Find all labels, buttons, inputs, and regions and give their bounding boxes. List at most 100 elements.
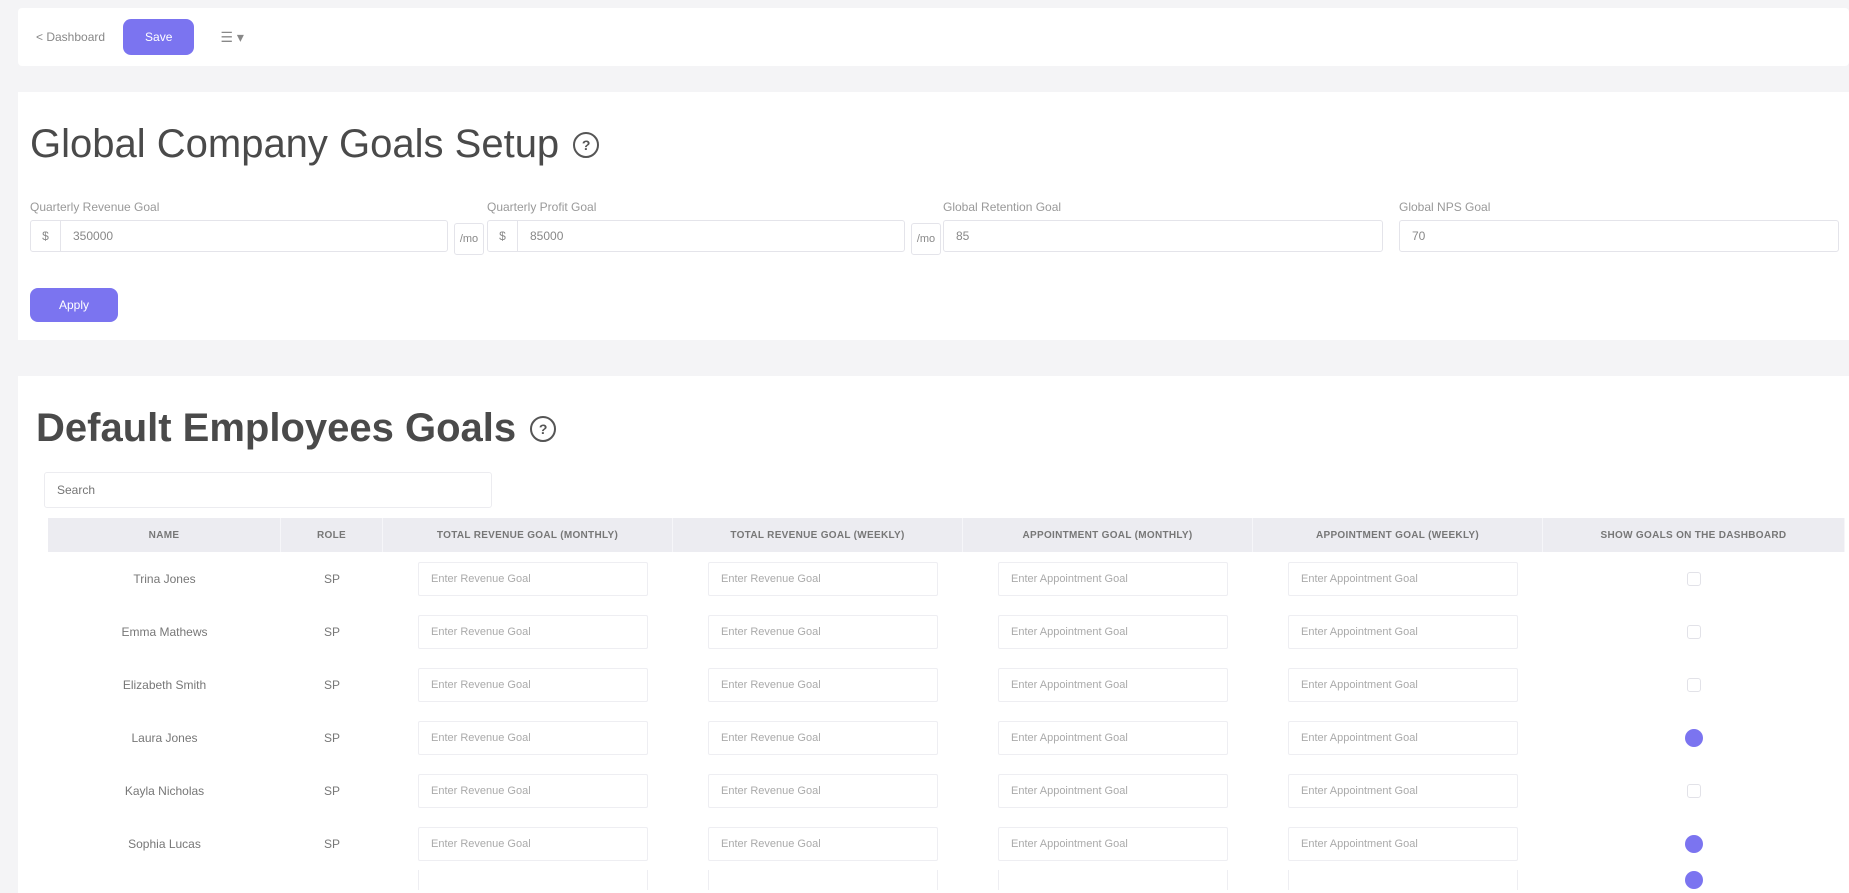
appointment-weekly-input[interactable]: Enter Appointment Goal [1288, 720, 1518, 755]
column-header-appointment-weekly[interactable]: APPOINTMENT GOAL (WEEKLY) [1253, 518, 1543, 552]
revenue-monthly-input[interactable] [418, 870, 648, 890]
employee-role: SP [323, 730, 340, 745]
appointment-weekly-input[interactable]: Enter Appointment Goal [1288, 773, 1518, 808]
retention-goal-input[interactable]: 85 [943, 220, 1383, 252]
checkbox-checked[interactable] [1685, 728, 1703, 747]
revenue-goal-input[interactable]: $ 350000 [30, 220, 448, 252]
appointment-monthly-input[interactable]: Enter Appointment Goal [998, 826, 1228, 861]
checkbox-unchecked[interactable] [1687, 783, 1701, 798]
checkbox-unchecked[interactable] [1687, 677, 1701, 692]
appointment-monthly-input[interactable]: Enter Appointment Goal [998, 561, 1228, 596]
column-header-show-on-dashboard[interactable]: SHOW GOALS ON THE DASHBOARD [1543, 518, 1845, 552]
appointment-weekly-cell: Enter Appointment Goal [1253, 605, 1543, 658]
revenue-monthly-cell: Enter Revenue Goal [383, 605, 673, 658]
checkbox-checked[interactable] [1685, 834, 1703, 853]
revenue-weekly-input[interactable]: Enter Revenue Goal [708, 826, 938, 861]
page-title: Global Company Goals Setup ? [30, 122, 600, 167]
revenue-goal-field: Quarterly Revenue Goal $ 350000 /mo [30, 200, 484, 255]
appointment-monthly-input[interactable] [998, 870, 1228, 890]
column-header-revenue-weekly[interactable]: TOTAL REVENUE GOAL (WEEKLY) [673, 518, 963, 552]
revenue-monthly-input[interactable]: Enter Revenue Goal [418, 773, 648, 808]
appointment-weekly-cell: Enter Appointment Goal [1253, 658, 1543, 711]
revenue-weekly-cell: Enter Revenue Goal [673, 711, 963, 764]
revenue-monthly-cell: Enter Revenue Goal [383, 552, 673, 605]
section-title: Default Employees Goals ? [36, 406, 557, 451]
nps-goal-value: 70 [1412, 229, 1426, 243]
table-row [48, 870, 1845, 890]
column-header-name[interactable]: NAME [48, 518, 281, 552]
employee-name: Laura Jones [131, 730, 198, 745]
appointment-weekly-input[interactable] [1288, 870, 1518, 890]
back-link-label: < Dashboard [36, 30, 106, 44]
appointment-weekly-input[interactable]: Enter Appointment Goal [1288, 614, 1518, 649]
revenue-goal-unit[interactable]: /mo [454, 223, 484, 255]
appointment-weekly-input[interactable]: Enter Appointment Goal [1288, 561, 1518, 596]
appointment-monthly-input[interactable]: Enter Appointment Goal [998, 773, 1228, 808]
table-row: Laura Jones SP Enter Revenue Goal Enter Rev… [48, 711, 1845, 764]
search-input[interactable] [44, 472, 492, 508]
save-button-label: Save [145, 30, 173, 44]
profit-goal-label: Quarterly Profit Goal [487, 200, 597, 214]
revenue-monthly-input[interactable]: Enter Revenue Goal [418, 614, 648, 649]
section-title-text: Default Employees Goals [36, 406, 517, 450]
help-icon[interactable]: ? [573, 131, 600, 158]
nps-goal-input[interactable]: 70 [1399, 220, 1839, 252]
apply-button[interactable]: Apply [30, 288, 118, 322]
revenue-monthly-input[interactable]: Enter Revenue Goal [418, 667, 648, 702]
show-on-dashboard-cell [1543, 605, 1845, 658]
appointment-monthly-input[interactable]: Enter Appointment Goal [998, 614, 1228, 649]
table-row: Trina Jones SP Enter Revenue Goal Enter Rev… [48, 552, 1845, 605]
revenue-weekly-input[interactable] [708, 870, 938, 890]
save-button[interactable]: Save [123, 19, 195, 55]
appointment-monthly-input[interactable]: Enter Appointment Goal [998, 667, 1228, 702]
profit-goal-value: 85000 [530, 229, 564, 243]
help-icon[interactable]: ? [530, 415, 557, 442]
revenue-monthly-input[interactable]: Enter Revenue Goal [418, 561, 648, 596]
top-toolbar: < Dashboard Save ☰ ▾ [18, 8, 1849, 66]
profit-goal-unit[interactable]: /mo [911, 223, 941, 255]
checkbox-unchecked[interactable] [1687, 571, 1701, 586]
revenue-weekly-input[interactable]: Enter Revenue Goal [708, 773, 938, 808]
appointment-weekly-cell: Enter Appointment Goal [1253, 764, 1543, 817]
back-link[interactable]: < Dashboard [36, 30, 105, 44]
appointment-weekly-input[interactable]: Enter Appointment Goal [1288, 826, 1518, 861]
column-header-revenue-monthly[interactable]: TOTAL REVENUE GOAL (MONTHLY) [383, 518, 673, 552]
profit-goal-input[interactable]: $ 85000 [487, 220, 905, 252]
show-on-dashboard-cell [1543, 817, 1845, 870]
nps-goal-label: Global NPS Goal [1399, 200, 1491, 214]
appointment-weekly-input[interactable]: Enter Appointment Goal [1288, 667, 1518, 702]
revenue-monthly-input[interactable]: Enter Revenue Goal [418, 720, 648, 755]
employee-goals-card: Default Employees Goals ? NAME ROLE TOTA… [18, 376, 1849, 893]
checkbox-unchecked[interactable] [1687, 624, 1701, 639]
column-header-role[interactable]: ROLE [281, 518, 383, 552]
appointment-weekly-cell [1253, 870, 1543, 890]
retention-goal-label: Global Retention Goal [943, 200, 1062, 214]
appointment-monthly-input[interactable]: Enter Appointment Goal [998, 720, 1228, 755]
show-on-dashboard-cell [1543, 711, 1845, 764]
appointment-weekly-cell: Enter Appointment Goal [1253, 817, 1543, 870]
appointment-monthly-cell: Enter Appointment Goal [963, 658, 1253, 711]
column-header-appointment-monthly[interactable]: APPOINTMENT GOAL (MONTHLY) [963, 518, 1253, 552]
appointment-weekly-cell: Enter Appointment Goal [1253, 552, 1543, 605]
employee-role: SP [323, 836, 340, 851]
table-header: NAME ROLE TOTAL REVENUE GOAL (MONTHLY) T… [48, 518, 1845, 552]
revenue-weekly-input[interactable]: Enter Revenue Goal [708, 720, 938, 755]
employee-role [281, 870, 383, 890]
table-body: Trina Jones SP Enter Revenue Goal Enter Rev… [48, 552, 1845, 890]
revenue-weekly-input[interactable]: Enter Revenue Goal [708, 614, 938, 649]
revenue-monthly-input[interactable]: Enter Revenue Goal [418, 826, 648, 861]
table-row: Sophia Lucas SP Enter Revenue Goal Enter Re… [48, 817, 1845, 870]
revenue-weekly-input[interactable]: Enter Revenue Goal [708, 667, 938, 702]
employee-role: SP [323, 783, 340, 798]
revenue-monthly-cell: Enter Revenue Goal [383, 658, 673, 711]
checkbox-checked[interactable] [1685, 871, 1703, 889]
revenue-monthly-cell: Enter Revenue Goal [383, 764, 673, 817]
revenue-weekly-cell: Enter Revenue Goal [673, 817, 963, 870]
appointment-monthly-cell: Enter Appointment Goal [963, 605, 1253, 658]
more-menu-button[interactable]: ☰ ▾ [220, 29, 243, 46]
revenue-weekly-input[interactable]: Enter Revenue Goal [708, 561, 938, 596]
appointment-monthly-cell: Enter Appointment Goal [963, 552, 1253, 605]
employee-name [48, 870, 281, 890]
revenue-weekly-cell: Enter Revenue Goal [673, 552, 963, 605]
table-row: Emma Mathews SP Enter Revenue Goal Enter Re… [48, 605, 1845, 658]
